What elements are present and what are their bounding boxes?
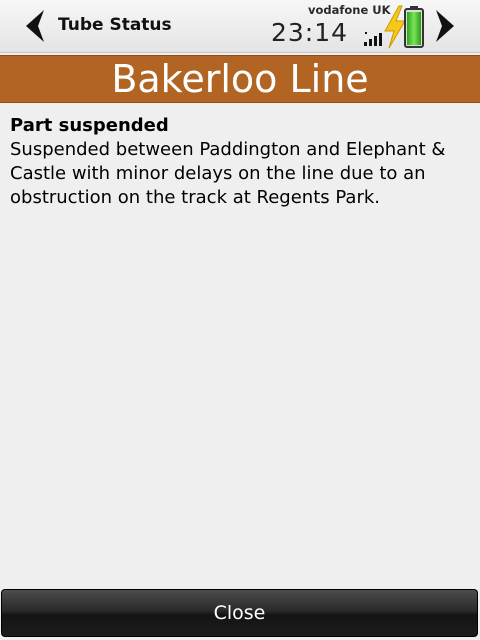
battery-icon bbox=[404, 6, 424, 48]
line-header: Bakerloo Line bbox=[0, 55, 480, 103]
carrier-name: vodafone UK bbox=[308, 3, 391, 17]
app-title: Tube Status bbox=[58, 15, 172, 35]
line-name: Bakerloo Line bbox=[111, 57, 369, 101]
clock: 23:14 bbox=[271, 18, 349, 47]
chevron-left-icon[interactable] bbox=[24, 9, 46, 43]
close-button[interactable]: Close bbox=[1, 589, 478, 637]
status-detail: Suspended between Paddington and Elephan… bbox=[10, 139, 446, 208]
status-content: Part suspended Suspended between Padding… bbox=[10, 114, 476, 210]
status-heading: Part suspended bbox=[10, 115, 169, 136]
chevron-right-icon[interactable] bbox=[434, 9, 456, 43]
status-bar: Tube Status vodafone UK 23:14 bbox=[0, 0, 480, 53]
